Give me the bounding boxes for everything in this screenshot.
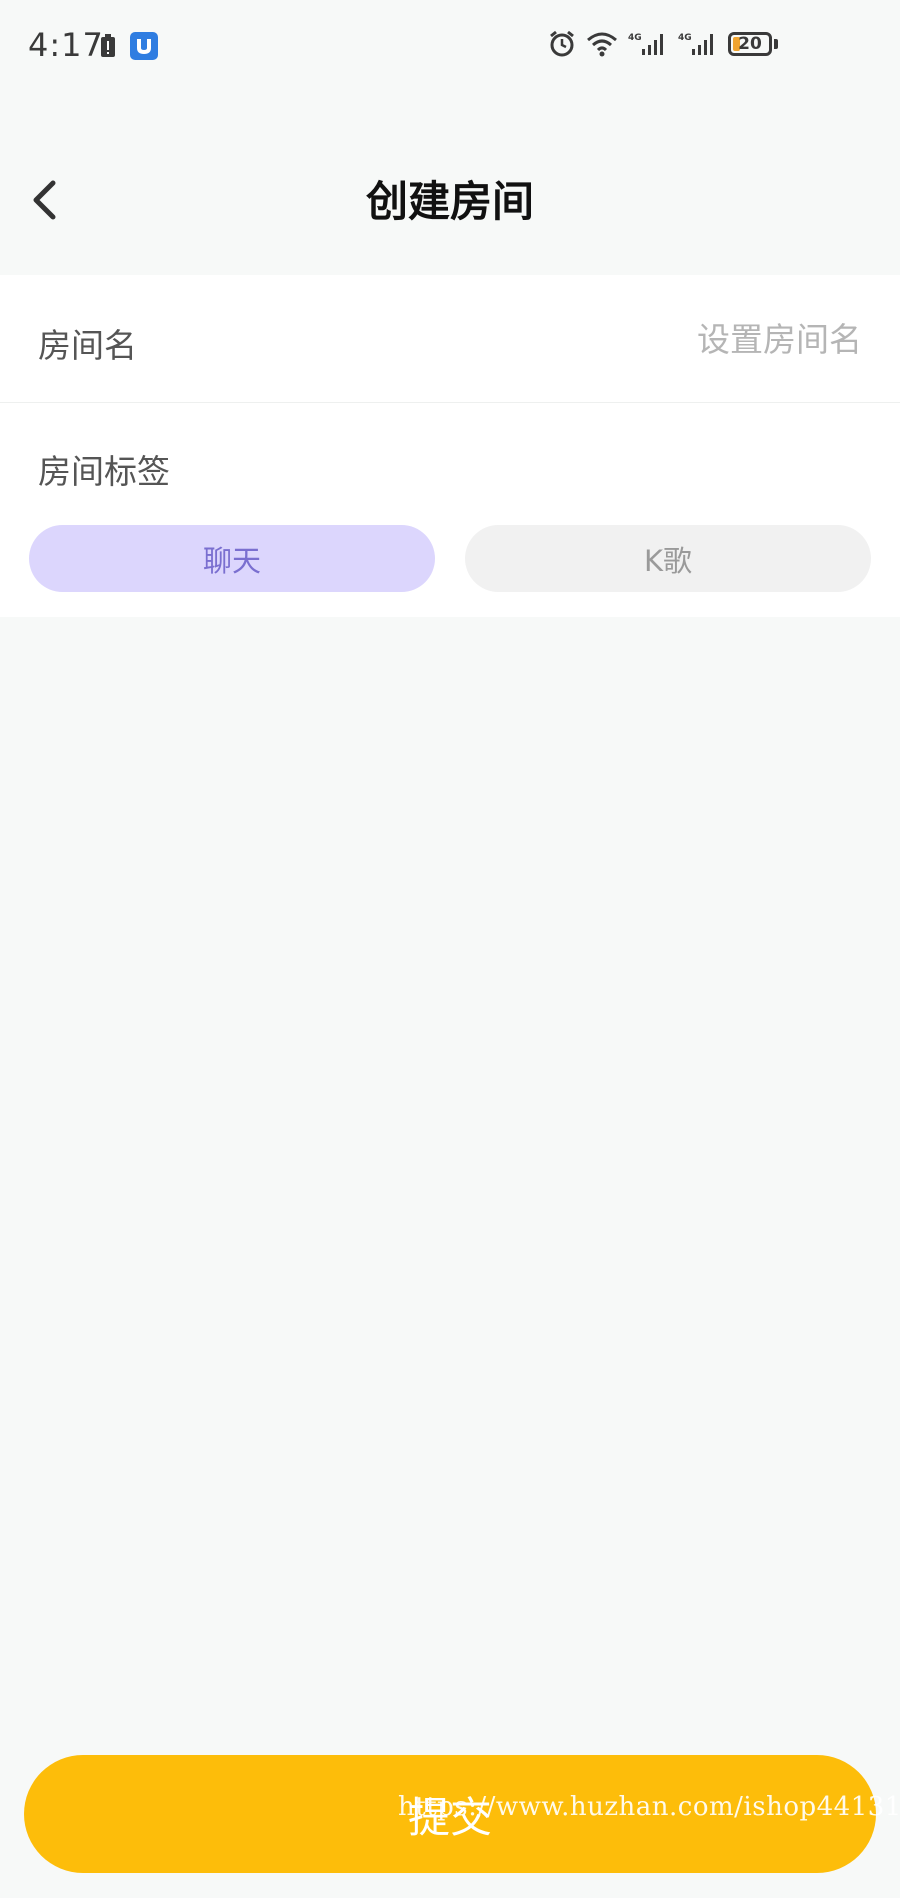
battery-alert-icon (101, 34, 115, 57)
form-card: 房间名 房间标签 聊天 K歌 (0, 275, 900, 617)
tag-chip-chat[interactable]: 聊天 (29, 525, 435, 592)
room-name-row: 房间名 (0, 275, 900, 403)
tag-chip-label: 聊天 (202, 543, 261, 578)
status-left-icons (100, 32, 158, 60)
status-right-icons: 4G 4G 20 (548, 30, 778, 58)
tag-chip-label: K歌 (643, 543, 693, 578)
battery-level: 20 (738, 34, 762, 54)
battery-tip (774, 39, 778, 49)
nav-bar: 创建房间 (0, 130, 900, 260)
page-title: 创建房间 (365, 177, 534, 226)
signal-4g-icon-2: 4G (678, 33, 713, 55)
svg-text:4G: 4G (628, 33, 642, 43)
watermark-text: https://www.huzhan.com/ishop44131 (398, 1792, 900, 1822)
wifi-icon (587, 32, 617, 57)
signal-4g-icon-1: 4G (628, 33, 663, 55)
status-bar: 4:17 4G 4G 20 (0, 0, 900, 92)
alarm-icon (550, 30, 574, 57)
battery-icon: 20 (728, 32, 772, 56)
svg-text:4G: 4G (678, 33, 692, 43)
room-name-input[interactable] (362, 309, 862, 369)
tag-chip-karaoke[interactable]: K歌 (465, 525, 871, 592)
room-name-label: 房间名 (38, 326, 137, 365)
status-time: 4:17 (28, 26, 104, 64)
app-notification-icon (130, 32, 158, 60)
room-tag-label: 房间标签 (38, 452, 170, 491)
